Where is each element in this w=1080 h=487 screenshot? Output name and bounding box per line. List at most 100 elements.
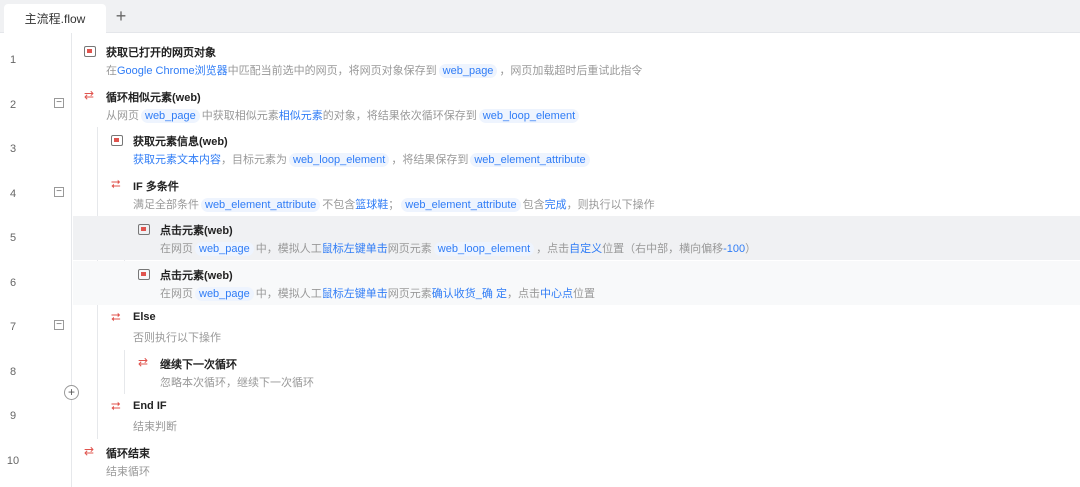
desc-text: 位置（右中部，横向偏移 [602,243,724,255]
desc-text: 中获取相似元素 [201,110,279,122]
step-title: End IF [133,400,167,412]
flow-step[interactable]: ⮂ End IF 结束判断 [73,394,1080,438]
flow-step[interactable]: 点击元素(web) 在网页 web_page 中，模拟人工鼠标左键单击网页元素确认收货… [73,261,1080,305]
step-title: 点击元素(web) [160,225,233,237]
continue-loop-icon: ⇄ [138,355,149,369]
line-number: 1 [9,54,17,66]
param-highlight[interactable]: 自定义 [569,243,602,255]
variable-chip[interactable]: web_element_attribute [470,153,590,167]
line-number: 6 [9,277,17,289]
param-highlight[interactable]: 篮球鞋 [355,199,388,211]
collapse-toggle[interactable]: − [54,320,64,330]
desc-text: ，则执行以下操作 [566,199,655,211]
step-title: 继续下一次循环 [160,359,237,371]
desc-text: 在网页 [160,243,193,255]
param-highlight[interactable]: 相似元素 [279,110,323,122]
step-description: 否则执行以下操作 [133,329,221,345]
param-highlight[interactable]: Google Chrome浏览器 [117,65,228,77]
desc-text: 位置 [572,288,595,300]
step-title: Else [133,311,156,323]
param-highlight[interactable]: 完成 [545,199,567,211]
desc-text: 在网页 [160,288,193,300]
flow-step[interactable]: ⮂ Else 否则执行以下操作 [73,305,1080,349]
param-highlight[interactable]: 获取元素文本内容 [133,154,221,166]
flow-step[interactable]: 获取元素信息(web) 获取元素文本内容，目标元素为 web_loop_elemen… [73,127,1080,171]
param-highlight[interactable]: 中心点 [540,288,573,300]
step-description: 结束判断 [133,418,177,434]
desc-text: 满足全部条件 [133,199,199,211]
variable-chip[interactable]: web_element_attribute [201,198,321,212]
param-highlight[interactable]: 鼠标左键单击 [322,288,388,300]
flow-step[interactable]: 获取已打开的网页对象 在Google Chrome浏览器中匹配当前选中的网页，将网… [73,38,1080,82]
element-info-icon [111,135,123,146]
flow-step[interactable]: ⇄ 继续下一次循环忽略本次循环，继续下一次循环 [73,350,1080,394]
step-title: 循环结束 [106,448,150,460]
if-icon: ⮂ [111,177,121,191]
tab-bar: 主流程.flow + [0,0,1080,33]
step-title: 循环相似元素(web) [106,92,201,104]
desc-text: 否则执行以下操作 [133,332,221,344]
flow-step[interactable]: ⮂ IF 多条件 满足全部条件 web_element_attribute 不包含篮球鞋… [73,172,1080,216]
loop-icon: ⇄ [84,88,95,102]
click-icon [138,224,150,235]
line-number: 2 [9,99,17,111]
desc-text: 网页元素 [387,243,432,255]
desc-text: 从网页 [106,110,139,122]
desc-text: 网页元素 [387,288,432,300]
variable-chip[interactable]: web_loop_element [433,242,535,256]
browser-icon [84,46,96,57]
line-number: 9 [9,410,17,422]
variable-chip[interactable]: web_loop_element [289,153,390,167]
param-highlight[interactable]: 鼠标左键单击 [322,243,388,255]
step-description: 结束循环 [106,463,150,479]
line-number: 8 [9,366,17,378]
desc-text: ，将结果保存到 [391,154,469,166]
desc-text: 结束循环 [106,466,150,478]
desc-text: ，目标元素为 [221,154,287,166]
desc-text: 中，模拟人工 [255,288,322,300]
variable-chip[interactable]: web_page [195,242,254,256]
else-icon: ⮂ [111,310,121,324]
desc-text: ； [388,199,400,211]
end-if-icon: ⮂ [111,399,121,413]
param-highlight[interactable]: 确认收货_确 定 [432,288,507,300]
add-step-button[interactable]: + [64,385,79,400]
step-title: 获取已打开的网页对象 [106,47,216,59]
desc-text: ，点击 [506,288,540,300]
step-title: IF 多条件 [133,181,179,193]
desc-text: 中，模拟人工 [255,243,322,255]
step-description: 在Google Chrome浏览器中匹配当前选中的网页，将网页对象保存到 web_… [106,62,642,78]
flow-step[interactable]: ⇄ 循环结束结束循环 [73,439,1080,483]
collapse-toggle[interactable]: − [54,187,64,197]
flow-step[interactable]: 点击元素(web) 在网页 web_page 中，模拟人工鼠标左键单击网页元素 web_… [73,216,1080,260]
loop-end-icon: ⇄ [84,444,95,458]
variable-chip[interactable]: web_element_attribute [401,198,521,212]
desc-text: 忽略本次循环，继续下一次循环 [160,377,314,389]
flow-step[interactable]: ⇄ 循环相似元素(web) 从网页 web_page 中获取相似元素相似元素的对象，将结… [73,83,1080,127]
add-tab-button[interactable]: + [112,6,130,26]
step-description: 在网页 web_page 中，模拟人工鼠标左键单击网页元素 web_loop_elem… [160,240,756,256]
desc-text: ，点击 [536,243,570,255]
line-number: 5 [9,232,17,244]
collapse-toggle[interactable]: − [54,98,64,108]
tab-main-flow[interactable]: 主流程.flow [4,4,106,33]
click-icon [138,269,150,280]
line-number: 10 [6,455,20,467]
desc-text: 结束判断 [133,421,177,433]
desc-text: 在 [106,65,117,77]
variable-chip[interactable]: web_page [141,109,200,123]
param-highlight[interactable]: -100 [723,243,745,255]
step-description: 在网页 web_page 中，模拟人工鼠标左键单击网页元素确认收货_确 定，点击中心… [160,285,595,301]
step-description: 获取元素文本内容，目标元素为 web_loop_element ，将结果保存到 web… [133,151,592,167]
variable-chip[interactable]: web_loop_element [478,109,580,123]
line-number: 3 [9,143,17,155]
variable-chip[interactable]: web_page [195,287,254,301]
variable-chip[interactable]: web_page [438,64,498,78]
step-title: 获取元素信息(web) [133,136,228,148]
step-description: 忽略本次循环，继续下一次循环 [160,374,314,390]
step-title: 点击元素(web) [160,270,233,282]
desc-text: 包含 [522,199,545,211]
desc-text: 不包含 [322,199,356,211]
desc-text: 中匹配当前选中的网页，将网页对象保存到 [227,65,437,77]
step-description: 从网页 web_page 中获取相似元素相似元素的对象，将结果依次循环保存到 web_… [106,107,581,123]
